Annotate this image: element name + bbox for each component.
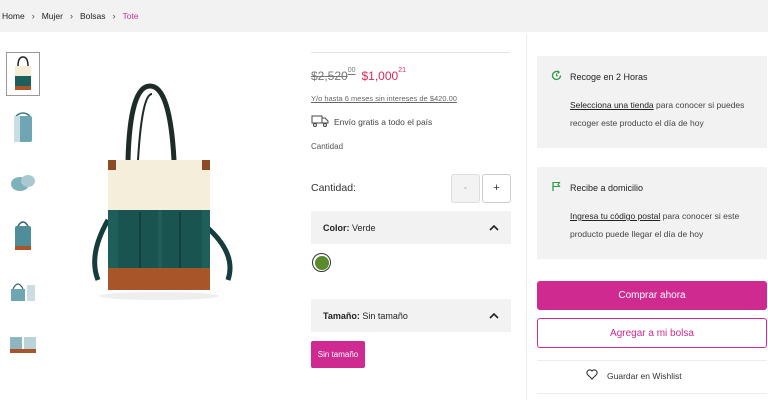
divider — [311, 52, 510, 53]
wishlist-button[interactable]: Guardar en Wishlist — [586, 369, 682, 382]
quantity-row: Cantidad: - + — [311, 173, 511, 203]
price-block: $2,52000 $1,00021 — [311, 67, 511, 87]
installments-link[interactable]: Y/o hasta 6 meses sin intereses de $420.… — [311, 94, 511, 103]
divider — [537, 393, 767, 394]
flag-icon — [551, 181, 562, 194]
postal-code-link[interactable]: Ingresa tu código postal — [570, 211, 660, 221]
thumbnail-detail[interactable] — [6, 268, 40, 312]
breadcrumb-mujer[interactable]: Mujer — [42, 11, 63, 21]
shipping-info: Envío gratis a todo el país — [311, 115, 511, 129]
thumbnail-front[interactable] — [6, 52, 40, 96]
pickup-title: Recoge en 2 Horas — [570, 71, 648, 82]
size-accordion[interactable]: Tamaño: Sin tamaño — [311, 299, 511, 332]
chevron-up-icon — [489, 223, 499, 233]
clock-refresh-icon — [551, 70, 562, 83]
pickup-card: Recoge en 2 Horas Selecciona una tienda … — [537, 56, 767, 148]
size-option-button[interactable]: Sin tamaño — [311, 341, 365, 368]
breadcrumb-current: Tote — [122, 11, 139, 21]
quantity-increase-button[interactable]: + — [482, 173, 511, 203]
color-accordion-title: Color: Verde — [323, 222, 376, 233]
chevron-right-icon: › — [31, 11, 35, 21]
thumbnail-side[interactable] — [6, 106, 40, 150]
truck-icon — [311, 115, 329, 129]
quantity-stepper: - + — [451, 173, 511, 203]
chevron-right-icon: › — [112, 11, 116, 21]
delivery-title: Recibe a domicilio — [570, 182, 644, 193]
breadcrumb-bolsas[interactable]: Bolsas — [80, 11, 106, 21]
shipping-text: Envío gratis a todo el país — [334, 117, 433, 127]
thumbnail-bottom[interactable] — [6, 160, 40, 204]
thumbnail-list — [6, 52, 42, 376]
delivery-description: Ingresa tu código postal para conocer si… — [551, 207, 753, 243]
sale-price: $1,00021 — [361, 67, 407, 83]
heart-icon — [586, 369, 598, 382]
color-swatch-fill — [314, 255, 329, 270]
color-swatch-verde[interactable] — [312, 253, 331, 272]
thumbnail-back[interactable] — [6, 214, 40, 258]
pickup-description: Selecciona una tienda para conocer si pu… — [551, 96, 753, 132]
wishlist-label: Guardar en Wishlist — [607, 370, 682, 381]
pickup-title-row: Recoge en 2 Horas — [551, 70, 753, 83]
chevron-right-icon: › — [69, 11, 73, 21]
chevron-up-icon — [489, 311, 499, 321]
add-to-bag-button[interactable]: Agregar a mi bolsa — [537, 318, 767, 348]
size-accordion-title: Tamaño: Sin tamaño — [323, 310, 408, 321]
breadcrumb: Home › Mujer › Bolsas › Tote — [0, 0, 768, 32]
quantity-caption: Cantidad — [311, 142, 344, 151]
delivery-card: Recibe a domicilio Ingresa tu código pos… — [537, 167, 767, 259]
select-store-link[interactable]: Selecciona una tienda — [570, 100, 654, 110]
buy-now-button[interactable]: Comprar ahora — [537, 281, 767, 310]
delivery-title-row: Recibe a domicilio — [551, 181, 753, 194]
quantity-label: Cantidad: — [311, 182, 356, 194]
breadcrumb-home[interactable]: Home — [2, 11, 25, 21]
quantity-decrease-button[interactable]: - — [451, 173, 480, 203]
divider — [537, 360, 767, 361]
original-price: $2,52000 — [311, 67, 356, 83]
column-divider — [526, 34, 527, 400]
product-details: $2,52000 $1,00021 Y/o hasta 6 meses sin … — [311, 52, 511, 368]
product-image — [78, 80, 268, 310]
color-accordion[interactable]: Color: Verde — [311, 211, 511, 244]
thumbnail-interior[interactable] — [6, 322, 40, 366]
